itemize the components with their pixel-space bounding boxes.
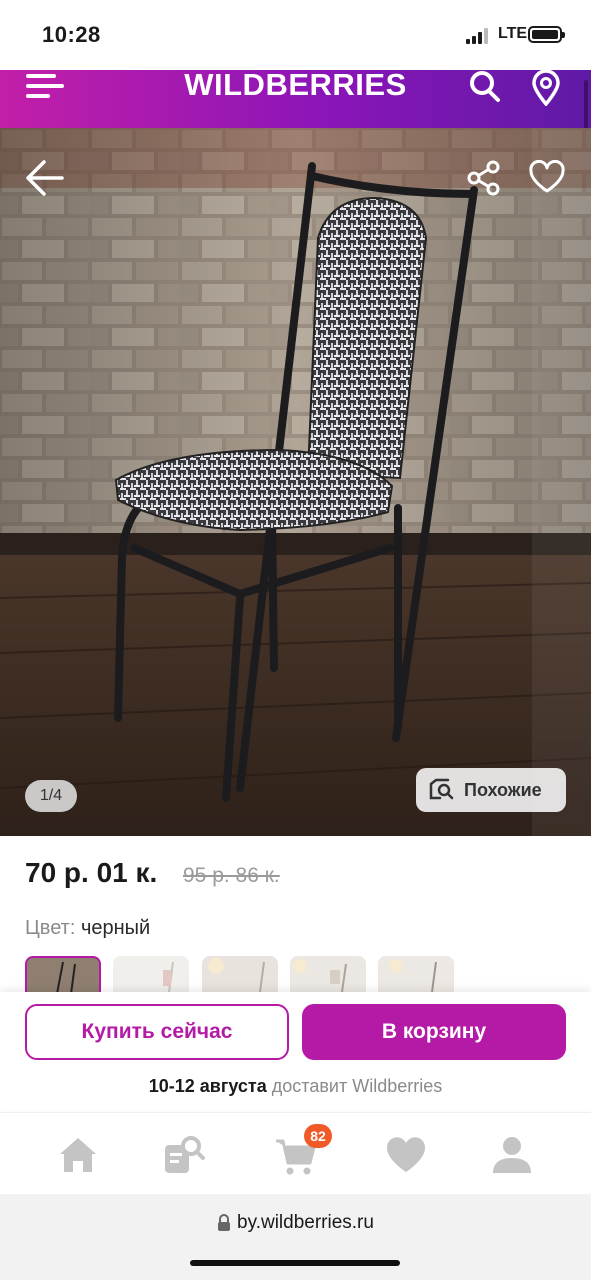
catalog-search-icon[interactable] [162,1133,206,1177]
color-thumbnail-selected[interactable] [25,956,101,992]
color-thumbnail[interactable] [113,956,189,992]
share-icon[interactable] [466,160,502,196]
url-text: by.wildberries.ru [237,1212,374,1233]
color-value: черный [80,917,151,939]
location-pin-icon[interactable] [530,70,562,106]
buy-bar: Купить сейчас В корзину 10-12 августа до… [0,992,591,1110]
similar-search-icon [429,778,454,800]
color-thumbnail[interactable] [290,956,366,992]
product-page: 10:28 LTE WILDBERRIES 1/4 Похожие 70 р. … [0,0,591,1280]
similar-label: Похожие [464,779,542,800]
status-bar: 10:28 LTE [0,0,591,70]
search-icon[interactable] [468,70,502,104]
delivery-info: 10-12 августа доставит Wildberries [0,1076,591,1097]
similar-button[interactable]: Похожие [416,768,566,812]
lock-icon [218,1214,231,1231]
browser-address-bar[interactable]: by.wildberries.ru [0,1194,591,1280]
delivery-date: 10-12 августа [148,1076,267,1096]
delivery-text: доставит Wildberries [271,1076,443,1096]
product-old-price: 95 р. 86 к. [183,864,280,887]
color-thumbnail[interactable] [202,956,278,992]
back-arrow-icon[interactable] [24,158,64,198]
signal-icon [466,28,494,44]
brand-logo[interactable]: WILDBERRIES [0,69,591,100]
photo-counter: 1/4 [25,780,77,812]
product-photo-carousel[interactable]: 1/4 Похожие [0,128,591,836]
bottom-nav: 82 [0,1112,591,1194]
home-icon[interactable] [56,1133,100,1177]
status-time: 10:28 [42,22,101,47]
color-thumbnail[interactable] [378,956,454,992]
add-to-cart-button[interactable]: В корзину [302,1004,566,1060]
network-type: LTE [498,25,528,42]
battery-icon [528,26,565,43]
cart-badge: 82 [304,1124,332,1148]
favorites-icon[interactable] [384,1133,428,1177]
chair-photo [0,128,591,836]
profile-icon[interactable] [490,1133,534,1177]
favorite-heart-icon[interactable] [528,160,566,194]
product-price: 70 р. 01 к. [25,857,158,888]
buy-now-button[interactable]: Купить сейчас [25,1004,289,1060]
app-header: WILDBERRIES [0,69,591,230]
color-label: Цвет: [25,917,76,939]
url-display[interactable]: by.wildberries.ru [0,1212,591,1234]
home-indicator[interactable] [190,1260,400,1266]
color-row: Цвет: черный [25,917,150,940]
